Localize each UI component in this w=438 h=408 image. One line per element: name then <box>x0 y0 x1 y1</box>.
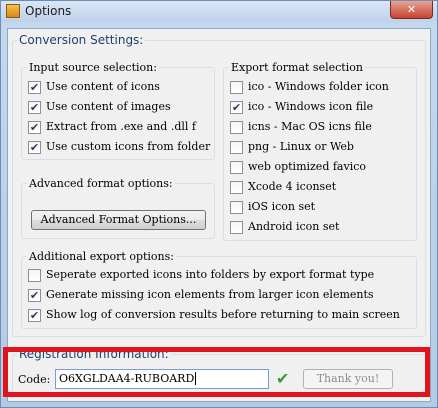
input-source-checkbox-2[interactable]: ✔ <box>28 121 41 134</box>
advanced-format-label: Advanced format options: <box>27 177 175 190</box>
title-bar[interactable]: Options ✕ <box>1 1 437 22</box>
export-format-checkbox-1[interactable]: ✔ <box>230 101 243 114</box>
export-format-label-2: icns - Mac OS icns file <box>248 120 372 133</box>
input-source-label: Input source selection: <box>27 61 159 74</box>
input-source-checkbox-0[interactable]: ✔ <box>28 81 41 94</box>
export-format-label-7: Android icon set <box>248 220 340 233</box>
advanced-format-options-button[interactable]: Advanced Format Options... <box>31 210 206 230</box>
additional-export-label-2: Show log of conversion results before re… <box>46 308 400 321</box>
export-format-checkbox-4[interactable] <box>230 161 243 174</box>
input-source-label-2: Extract from .exe and .dll f <box>46 120 196 133</box>
input-source-label-1: Use content of images <box>46 100 171 113</box>
additional-export-checkbox-2[interactable]: ✔ <box>28 309 41 322</box>
additional-export-checkbox-0[interactable] <box>28 269 41 282</box>
export-format-group <box>223 67 417 241</box>
window-title: Options <box>25 4 72 18</box>
close-button[interactable]: ✕ <box>390 1 433 19</box>
registration-highlight-box <box>3 347 430 397</box>
input-source-checkbox-3[interactable]: ✔ <box>28 141 41 154</box>
input-source-label-0: Use content of icons <box>46 80 160 93</box>
app-icon <box>6 4 20 18</box>
export-format-checkbox-7[interactable] <box>230 221 243 234</box>
client-area: Conversion Settings: Input source select… <box>7 28 431 402</box>
additional-export-label-1: Generate missing icon elements from larg… <box>46 288 374 301</box>
input-source-checkbox-1[interactable]: ✔ <box>28 101 41 114</box>
export-format-label-6: iOS icon set <box>248 200 316 213</box>
export-format-label: Export format selection <box>229 61 365 74</box>
options-window: Options ✕ Conversion Settings: Input sou… <box>0 0 438 408</box>
export-format-label-1: ico - Windows icon file <box>248 100 374 113</box>
export-format-checkbox-6[interactable] <box>230 201 243 214</box>
additional-export-checkbox-1[interactable]: ✔ <box>28 289 41 302</box>
export-format-label-3: png - Linux or Web <box>248 140 354 153</box>
export-format-label-0: ico - Windows folder icon <box>248 80 389 93</box>
export-format-label-4: web optimized favico <box>248 160 367 173</box>
export-format-label-5: Xcode 4 iconset <box>248 180 337 193</box>
export-format-checkbox-5[interactable] <box>230 181 243 194</box>
additional-export-label-0: Seperate exported icons into folders by … <box>46 268 375 281</box>
export-format-checkbox-0[interactable] <box>230 81 243 94</box>
conversion-settings-heading: Conversion Settings: <box>17 33 146 47</box>
additional-export-label: Additional export options: <box>27 250 176 263</box>
export-format-checkbox-3[interactable] <box>230 141 243 154</box>
export-format-checkbox-2[interactable] <box>230 121 243 134</box>
input-source-label-3: Use custom icons from folder <box>46 140 211 153</box>
